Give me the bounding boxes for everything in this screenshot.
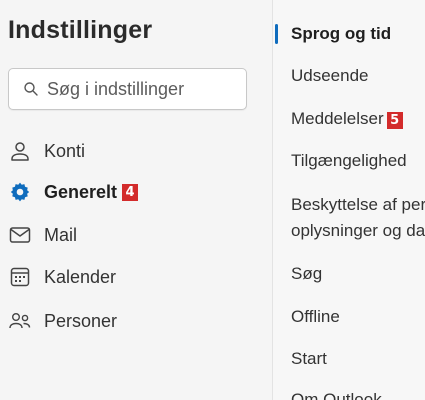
people-icon bbox=[8, 309, 32, 333]
person-icon bbox=[8, 139, 32, 163]
page-title: Indstillinger bbox=[8, 16, 153, 44]
subnav-item-tilgaengelighed[interactable]: Tilgængelighed bbox=[291, 151, 407, 171]
nav-item-label: Generelt bbox=[44, 181, 118, 202]
subnav-item-udseende[interactable]: Udseende bbox=[291, 66, 369, 86]
settings-window: Indstillinger Søg i indstillinger Konti bbox=[0, 0, 425, 400]
search-placeholder: Søg i indstillinger bbox=[47, 78, 185, 99]
settings-sidebar: Indstillinger Søg i indstillinger Konti bbox=[0, 0, 272, 400]
mail-icon bbox=[8, 223, 32, 247]
subnav-item-label: Meddelelser bbox=[291, 109, 384, 128]
step-badge: 4 bbox=[122, 183, 139, 201]
subnav-item-om-outlook[interactable]: Om Outlook bbox=[291, 390, 382, 400]
nav-item-kalender[interactable]: Kalender bbox=[8, 262, 258, 292]
nav-item-mail[interactable]: Mail bbox=[8, 220, 258, 250]
subnav-item-beskyttelse[interactable]: Beskyttelse af personlige oplysninger og… bbox=[291, 192, 425, 244]
search-icon bbox=[23, 81, 39, 97]
subnav-item-start[interactable]: Start bbox=[291, 349, 327, 369]
nav-item-label: Personer bbox=[44, 310, 118, 331]
calendar-icon bbox=[8, 265, 32, 289]
subnav-item-offline[interactable]: Offline bbox=[291, 307, 340, 327]
nav-item-label: Kalender bbox=[44, 266, 117, 287]
step-badge: 5 bbox=[386, 112, 403, 129]
gear-icon bbox=[8, 180, 32, 204]
subnav-item-meddelelser[interactable]: Meddelelser 5 bbox=[291, 109, 403, 129]
nav-item-label: Mail bbox=[44, 224, 78, 245]
nav-item-label: Konti bbox=[44, 140, 86, 161]
settings-subnav: Sprog og tid Udseende Meddelelser 5 Tilgæ… bbox=[272, 0, 425, 400]
nav-item-konti[interactable]: Konti bbox=[8, 136, 258, 166]
search-input[interactable]: Søg i indstillinger bbox=[8, 68, 247, 110]
subnav-item-soeg[interactable]: Søg bbox=[291, 264, 322, 284]
active-indicator bbox=[275, 24, 278, 44]
nav-item-generelt[interactable]: Generelt 4 bbox=[8, 177, 258, 207]
subnav-item-sprog-og-tid[interactable]: Sprog og tid bbox=[291, 24, 391, 44]
nav-item-personer[interactable]: Personer bbox=[8, 306, 258, 336]
